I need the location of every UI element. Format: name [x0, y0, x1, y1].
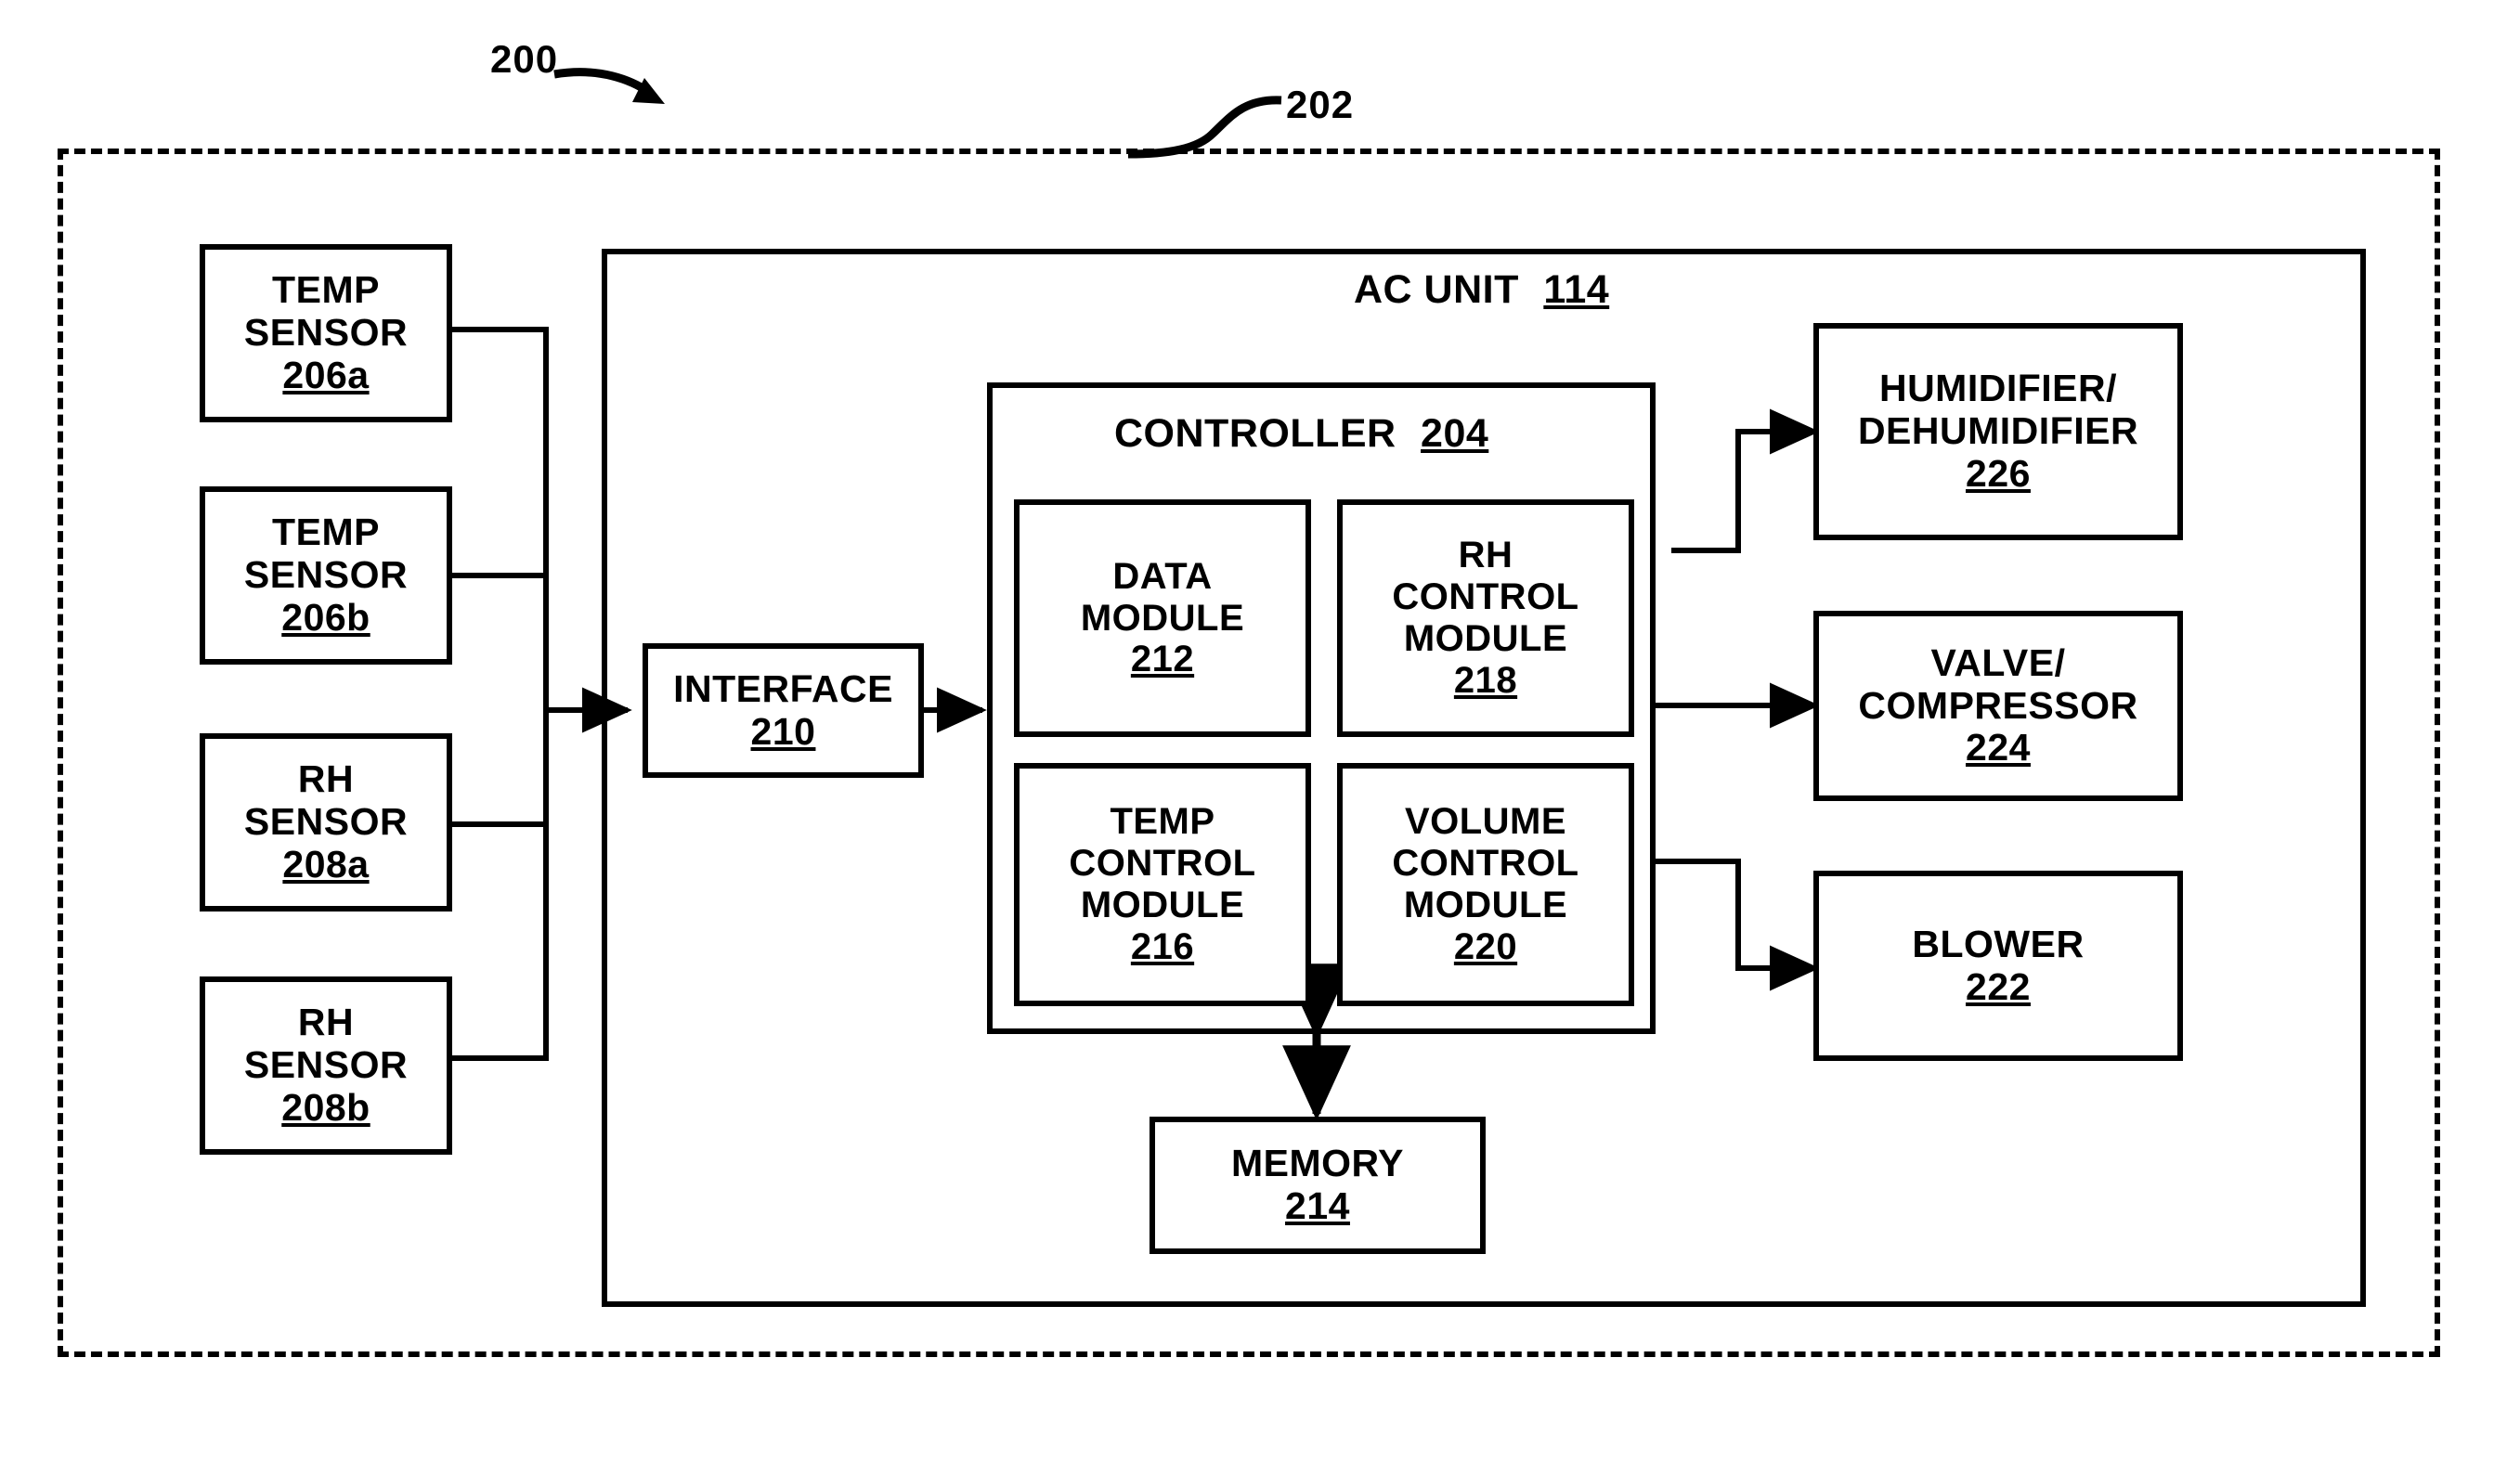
rh-sensor-208a-ref: 208a — [282, 842, 370, 886]
controller-ref: 204 — [1421, 411, 1489, 456]
ac-unit-title-text: AC UNIT — [1354, 267, 1519, 312]
temp-sensor-206b-line1: TEMP — [272, 511, 380, 554]
rh-sensor-208a-line1: RH — [297, 757, 355, 801]
temp-control-module-216[interactable]: TEMP CONTROL MODULE 216 — [1014, 763, 1311, 1006]
interface-ref: 210 — [750, 709, 816, 753]
blower-222[interactable]: BLOWER 222 — [1813, 871, 2183, 1061]
leader-200 — [553, 68, 665, 104]
temp-control-module-ref: 216 — [1130, 925, 1195, 967]
rh-control-module-line2: CONTROL — [1392, 576, 1579, 618]
humidifier-ref: 226 — [1966, 451, 2031, 495]
data-module-212[interactable]: DATA MODULE 212 — [1014, 499, 1311, 737]
temp-sensor-206b[interactable]: TEMP SENSOR 206b — [200, 486, 452, 665]
temp-control-module-line2: CONTROL — [1069, 843, 1256, 885]
leader-202 — [1127, 96, 1282, 159]
blower-ref: 222 — [1966, 964, 2031, 1008]
ac-unit-title: AC UNIT 114 — [1354, 267, 1609, 313]
volume-control-module-220[interactable]: VOLUME CONTROL MODULE 220 — [1337, 763, 1634, 1006]
rh-sensor-208b-line2: SENSOR — [243, 1043, 409, 1087]
temp-sensor-206a-line2: SENSOR — [243, 311, 409, 355]
controller-title: CONTROLLER 204 — [1114, 411, 1488, 457]
data-module-ref: 212 — [1130, 639, 1195, 680]
temp-control-module-line3: MODULE — [1080, 885, 1245, 925]
temp-sensor-206b-ref: 206b — [281, 595, 370, 639]
rh-sensor-208a[interactable]: RH SENSOR 208a — [200, 733, 452, 912]
volume-control-module-line3: MODULE — [1403, 885, 1568, 925]
humidifier-dehumidifier-226[interactable]: HUMIDIFIER/ DEHUMIDIFIER 226 — [1813, 323, 2183, 540]
humidifier-line1: HUMIDIFIER/ — [1878, 367, 2118, 410]
valve-compressor-ref: 224 — [1966, 726, 2031, 769]
rh-sensor-208b[interactable]: RH SENSOR 208b — [200, 976, 452, 1155]
temp-sensor-206a-ref: 206a — [282, 353, 370, 396]
temp-sensor-206a-line1: TEMP — [272, 268, 380, 312]
ref-202: 202 — [1286, 83, 1355, 126]
controller-title-text: CONTROLLER — [1114, 411, 1396, 456]
rh-sensor-208b-ref: 208b — [281, 1085, 370, 1129]
data-module-line2: MODULE — [1080, 597, 1245, 639]
rh-control-module-line1: RH — [1458, 535, 1513, 576]
temp-sensor-206a[interactable]: TEMP SENSOR 206a — [200, 244, 452, 422]
rh-control-module-ref: 218 — [1453, 659, 1518, 701]
data-module-line1: DATA — [1112, 555, 1213, 597]
temp-sensor-206b-line2: SENSOR — [243, 553, 409, 597]
valve-compressor-224[interactable]: VALVE/ COMPRESSOR 224 — [1813, 611, 2183, 801]
ref-200: 200 — [490, 37, 559, 81]
rh-control-module-line3: MODULE — [1403, 618, 1568, 659]
volume-control-module-line2: CONTROL — [1392, 843, 1579, 885]
rh-sensor-208b-line1: RH — [297, 1001, 355, 1044]
volume-control-module-ref: 220 — [1453, 925, 1518, 967]
valve-compressor-line2: COMPRESSOR — [1858, 683, 2138, 727]
volume-control-module-line1: VOLUME — [1404, 801, 1567, 843]
memory-214[interactable]: MEMORY 214 — [1150, 1117, 1486, 1254]
patent-figure-canvas: AC UNIT 114 CONTROLLER 204 200 202 TEMP … — [0, 0, 2520, 1474]
ac-unit-ref: 114 — [1543, 267, 1610, 312]
blower-line1: BLOWER — [1912, 922, 2085, 965]
interface-label: INTERFACE — [673, 666, 893, 710]
temp-control-module-line1: TEMP — [1110, 801, 1215, 843]
interface-210[interactable]: INTERFACE 210 — [643, 643, 924, 778]
memory-label: MEMORY — [1231, 1142, 1404, 1185]
humidifier-line2: DEHUMIDIFIER — [1857, 409, 2139, 453]
rh-control-module-218[interactable]: RH CONTROL MODULE 218 — [1337, 499, 1634, 737]
valve-compressor-line1: VALVE/ — [1930, 640, 2066, 684]
memory-ref: 214 — [1285, 1184, 1350, 1227]
rh-sensor-208a-line2: SENSOR — [243, 800, 409, 844]
